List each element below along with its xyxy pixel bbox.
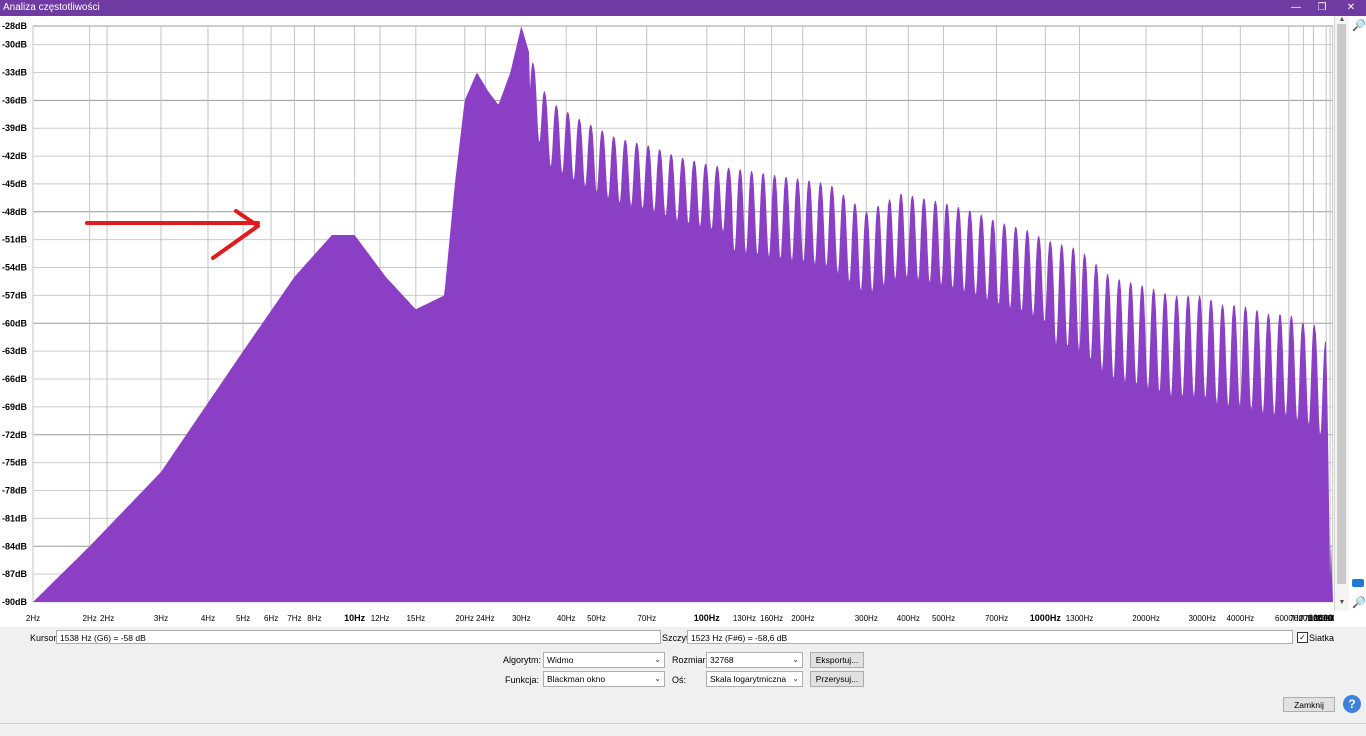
zoom-in-icon[interactable]: 🔎 [1352,19,1366,33]
y-tick-label: -48dB [2,207,28,217]
axis-value: Skala logarytmiczna [710,674,787,684]
scroll-up-arrow[interactable]: ▲ [1337,16,1347,23]
restore-button[interactable]: ❐ [1309,0,1335,16]
x-tick-label: 100Hz [694,613,721,623]
algorithm-select[interactable]: Widmo ⌄ [543,652,665,668]
y-tick-label: -72dB [2,430,28,440]
x-tick-label: 1000Hz [1030,613,1062,623]
redraw-button[interactable]: Przerysuj... [810,671,864,687]
x-tick-label: 50Hz [587,614,606,623]
spectrum-chart[interactable]: -28dB -30dB -33dB -36dB -39dB -42dB -45dB -48dB… [0,16,1334,627]
x-tick-label: 30Hz [512,614,531,623]
y-tick-label: -84dB [2,541,28,551]
y-tick-label: -60dB [2,318,28,328]
x-tick-label: 1300Hz [1066,614,1094,623]
y-tick-label: -87dB [2,569,28,579]
size-select[interactable]: 32768 ⌄ [706,652,803,668]
spectrum-area [33,27,1333,602]
y-tick-label: -81dB [2,513,28,523]
axis-select[interactable]: Skala logarytmiczna ⌄ [706,671,803,687]
zoom-slider-handle[interactable] [1352,579,1364,587]
y-tick-label: -28dB [2,21,28,31]
minimize-button[interactable]: — [1283,0,1309,16]
x-tick-label: 40Hz [557,614,576,623]
x-tick-label: 20Hz [455,614,474,623]
function-label: Funkcja: [505,675,540,685]
y-tick-label: -36dB [2,95,28,105]
window-title: Analiza częstotliwości [3,2,100,13]
x-tick-label: 4000Hz [1227,614,1255,623]
bottom-divider [0,723,1366,724]
x-tick-label: 500Hz [932,614,955,623]
chevron-down-icon: ⌄ [654,655,661,664]
x-tick-label: 200Hz [791,614,814,623]
cursor-label: Kursor: [30,633,60,643]
x-tick-label: 12Hz [371,614,390,623]
chevron-down-icon: ⌄ [792,674,799,683]
y-tick-label: -42dB [2,151,28,161]
y-tick-label: -78dB [2,486,28,496]
x-tick-label: 4Hz [201,614,215,623]
y-tick-label: -39dB [2,123,28,133]
x-tick-label: 3000Hz [1188,614,1216,623]
function-select[interactable]: Blackman okno ⌄ [543,671,665,687]
x-tick-label: 2000Hz [1132,614,1160,623]
scroll-down-arrow[interactable]: ▼ [1337,599,1347,606]
export-button[interactable]: Eksportuj... [810,652,864,668]
axis-label: Oś: [672,675,687,685]
y-tick-label: -30dB [2,40,28,50]
x-tick-label: 400Hz [897,614,920,623]
help-button[interactable]: ? [1343,695,1361,713]
x-tick-label: 24Hz [476,614,495,623]
x-tick-label: 2Hz [26,614,40,623]
zoom-out-icon[interactable]: 🔎 [1352,596,1366,610]
close-window-button[interactable]: ✕ [1338,0,1364,16]
size-value: 32768 [710,655,734,665]
peak-field: 1523 Hz (F#6) = -58,6 dB [687,630,1293,644]
x-tick-label: 2Hz [100,614,114,623]
x-tick-label: 10Hz [344,613,366,623]
y-tick-label: -63dB [2,346,28,356]
y-tick-label: -45dB [2,179,28,189]
x-tick-label: 3Hz [154,614,168,623]
grid-label: Siatka [1309,633,1335,643]
vertical-scrollbar[interactable]: ▲ ▼ [1334,16,1349,611]
x-tick-label: 20000Hz [1317,614,1334,623]
chevron-down-icon: ⌄ [792,655,799,664]
window-titlebar: Analiza częstotliwości — ❐ ✕ [0,0,1366,16]
annotation-arrow [85,209,260,260]
size-label: Rozmiar: [672,655,709,665]
y-tick-label: -51dB [2,235,28,245]
x-tick-label: 160Hz [760,614,783,623]
y-tick-label: -90dB [2,597,28,607]
x-tick-label: 130Hz [733,614,756,623]
x-tick-label: 15Hz [406,614,425,623]
y-tick-label: -54dB [2,263,28,273]
y-tick-label: -33dB [2,67,28,77]
y-tick-label: -57dB [2,290,28,300]
scrollbar-thumb[interactable] [1337,24,1346,584]
y-tick-label: -69dB [2,402,28,412]
close-button[interactable]: Zamknij [1283,697,1335,712]
x-tick-label: 70Hz [637,614,656,623]
cursor-field: 1538 Hz (G6) = -58 dB [56,630,661,644]
x-tick-label: 6Hz [264,614,278,623]
x-tick-label: 300Hz [855,614,878,623]
chevron-down-icon: ⌄ [654,674,661,683]
y-tick-label: -66dB [2,374,28,384]
x-tick-label: 7Hz [287,614,301,623]
x-tick-label: 5Hz [236,614,250,623]
algorithm-value: Widmo [547,655,574,665]
function-value: Blackman okno [547,674,606,684]
x-tick-label: 2Hz [83,614,97,623]
algorithm-label: Algorytm: [503,655,542,665]
y-tick-label: -75dB [2,458,28,468]
x-tick-label: 700Hz [985,614,1008,623]
grid-checkbox[interactable]: ✓ [1297,632,1308,643]
x-tick-label: 8Hz [307,614,321,623]
